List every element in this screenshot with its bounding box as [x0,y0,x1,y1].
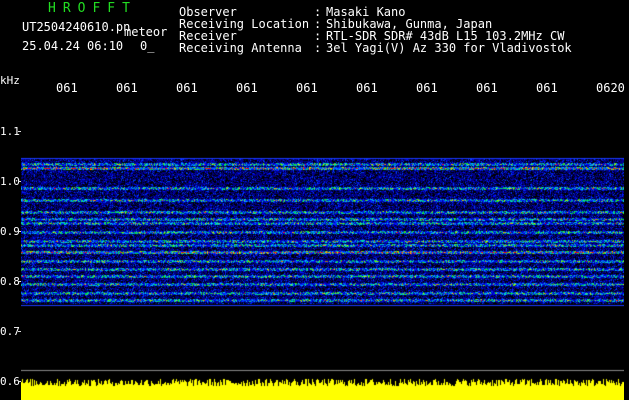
datetime: 25.04.24 06:10 [22,39,124,53]
x-tick-label: 0620 [596,81,625,95]
antenna-value: 3el Yagi(V) Az 330 for Vladivostok [326,41,572,55]
y-tick-label: 0.8 [0,275,20,288]
spectrogram-plot [21,95,624,400]
mode-label: meteor [124,25,168,39]
y-tick-label: 0.6 [0,375,20,388]
x-tick-label: 061 [56,81,78,95]
separator: : [314,41,322,55]
y-axis-unit: kHz [0,74,20,87]
y-tick-label: 0.9 [0,225,20,238]
x-tick-label: 061 [176,81,198,95]
y-tick-label: 1.0 [0,175,20,188]
x-tick-label: 061 [116,81,138,95]
x-tick-label: 061 [476,81,498,95]
x-tick-label: 061 [236,81,258,95]
spectrogram-canvas [21,95,624,400]
filename: UT2504240610.pn [22,20,131,34]
x-tick-label: 061 [356,81,378,95]
y-tick-label: 0.7 [0,325,20,338]
y-tick-label: 1.1 [0,125,20,138]
x-tick-label: 061 [416,81,438,95]
x-tick-label: 061 [536,81,558,95]
antenna-label: Receiving Antenna [179,41,302,55]
index-label: 0_ [140,39,155,53]
x-tick-label: 061 [296,81,318,95]
brand-title: HROFFT [48,1,137,16]
